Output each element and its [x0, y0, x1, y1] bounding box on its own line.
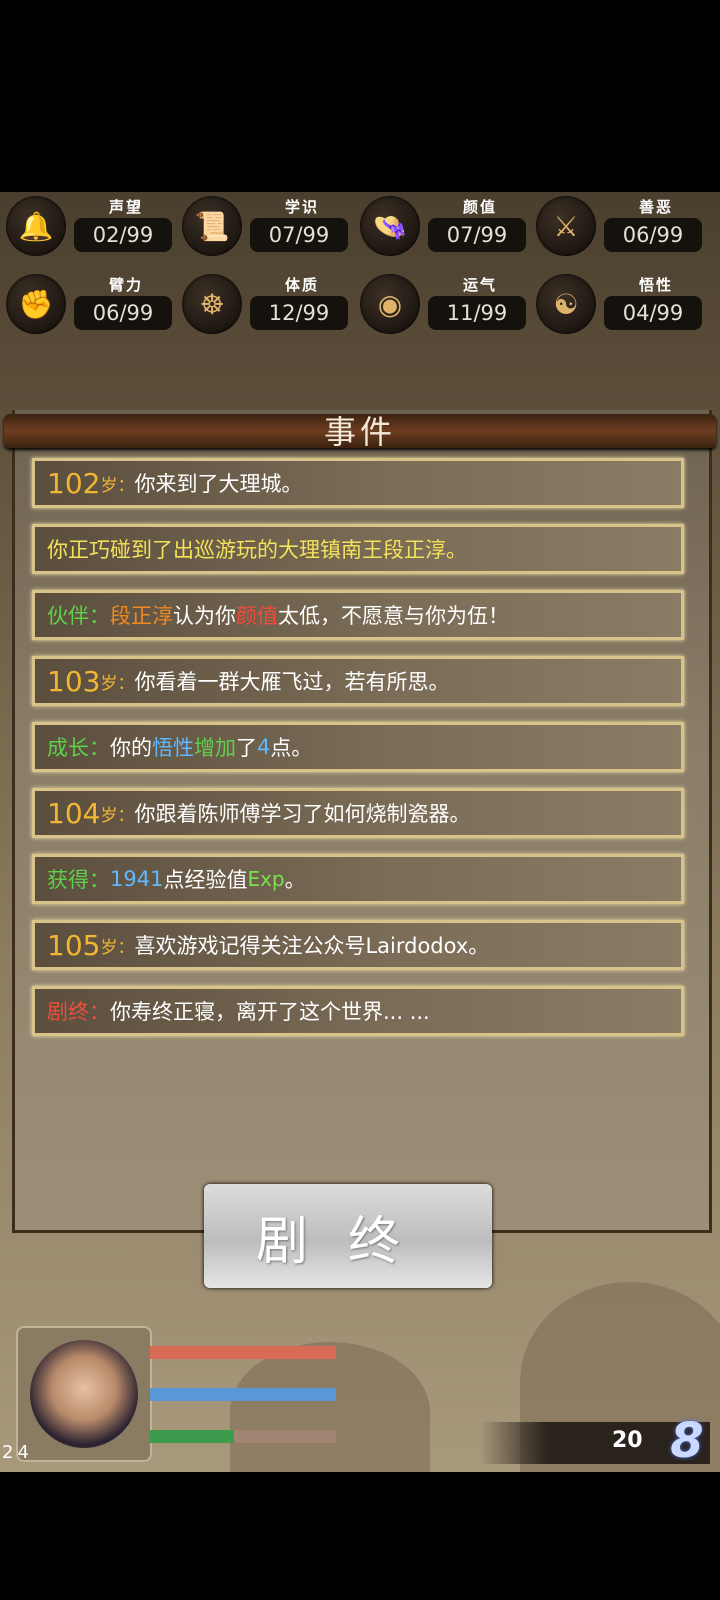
currency-value: 20 [612, 1428, 643, 1453]
event-row: 102 岁： 你来到了大理城。 [32, 458, 684, 508]
exp-bar-fill [150, 1430, 234, 1443]
event-age: 102 [47, 466, 101, 500]
event-tag: 成长： [47, 736, 110, 760]
event-row: 105 岁： 喜欢游戏记得关注公众号Lairdodox。 [32, 920, 684, 970]
event-text: 。 [284, 868, 306, 892]
player-portrait[interactable] [16, 1326, 152, 1462]
event-row: 剧终： 你寿终正寝，离开了这个世界... ... [32, 986, 684, 1036]
stat-value: 06/99 [74, 296, 172, 330]
stat-knowledge[interactable]: 📜 学识 07/99 [176, 192, 356, 262]
gem-icon[interactable]: 8 [664, 1414, 710, 1468]
crossed-swords-icon: ⚔ [536, 196, 596, 256]
stat-morality[interactable]: ⚔ 善恶 06/99 [530, 192, 710, 262]
bell-icon: 🔔 [6, 196, 66, 256]
event-attribute: 悟性 [152, 736, 194, 760]
event-text: 点。 [270, 736, 313, 760]
hat-icon: 👒 [360, 196, 420, 256]
event-text: 你正巧碰到了出巡游玩的大理镇南王段正淳。 [47, 538, 467, 562]
event-character: 段正淳 [110, 604, 173, 628]
avatar [30, 1340, 138, 1448]
stat-value: 04/99 [604, 296, 702, 330]
stat-luck[interactable]: ◉ 运气 11/99 [354, 270, 534, 340]
stat-strength[interactable]: ✊ 臂力 06/99 [0, 270, 180, 340]
event-text: 了 [236, 736, 257, 760]
event-attribute: 颜值 [236, 604, 278, 628]
event-tag: 获得： [47, 868, 110, 892]
exp-bar [150, 1430, 336, 1443]
event-row: 103 岁： 你看着一群大雁飞过，若有所思。 [32, 656, 684, 706]
stat-label: 运气 [462, 276, 497, 294]
stat-value: 06/99 [604, 218, 702, 252]
event-age-unit: 岁： [100, 805, 135, 826]
event-text: 点经验值 [163, 868, 248, 892]
stat-value: 11/99 [428, 296, 526, 330]
event-text: 你跟着陈师傅学习了如何烧制瓷器。 [134, 802, 471, 826]
stat-label: 声望 [108, 198, 143, 216]
mana-bar [150, 1388, 336, 1401]
health-bar-fill [150, 1346, 336, 1359]
event-row: 伙伴： 段正淳 认为你 颜值 太低，不愿意与你为伍！ [32, 590, 684, 640]
stat-reputation[interactable]: 🔔 声望 02/99 [0, 192, 180, 262]
stat-value: 02/99 [74, 218, 172, 252]
stat-value: 12/99 [250, 296, 348, 330]
mana-bar-fill [150, 1388, 336, 1401]
event-tag: 伙伴： [47, 604, 110, 628]
figure-icon: ☸ [182, 274, 242, 334]
stat-label: 善恶 [638, 198, 673, 216]
health-bar [150, 1346, 336, 1359]
stat-label: 学识 [284, 198, 319, 216]
event-text: 喜欢游戏记得关注公众号Lairdodox。 [134, 934, 490, 958]
event-row: 你正巧碰到了出巡游玩的大理镇南王段正淳。 [32, 524, 684, 574]
end-game-button[interactable]: 剧终 [204, 1184, 492, 1288]
scroll-icon: 📜 [182, 196, 242, 256]
event-text: 你的 [110, 736, 152, 760]
stat-value: 07/99 [428, 218, 526, 252]
event-text: 太低，不愿意与你为伍！ [278, 604, 509, 628]
stat-constitution[interactable]: ☸ 体质 12/99 [176, 270, 356, 340]
stat-looks[interactable]: 👒 颜值 07/99 [354, 192, 534, 262]
event-age: 103 [47, 664, 101, 698]
coin-icon: ◉ [360, 274, 420, 334]
event-text: 你来到了大理城。 [134, 472, 303, 496]
stat-comprehension[interactable]: ☯ 悟性 04/99 [530, 270, 710, 340]
event-row: 成长： 你的 悟性 增加 了 4 点。 [32, 722, 684, 772]
event-row: 获得： 1941 点经验值 Exp 。 [32, 854, 684, 904]
event-text: 认为你 [173, 604, 236, 628]
mountain-decoration [230, 1342, 430, 1472]
game-screen: 🔔 声望 02/99 📜 学识 07/99 👒 颜值 07/99 ⚔ 善恶 06… [0, 192, 720, 1472]
event-age-unit: 岁： [100, 937, 135, 958]
fist-icon: ✊ [6, 274, 66, 334]
head-icon: ☯ [536, 274, 596, 334]
event-text: 你看着一群大雁飞过，若有所思。 [134, 670, 450, 694]
exp-icon: Exp [247, 867, 285, 891]
event-row: 104 岁： 你跟着陈师傅学习了如何烧制瓷器。 [32, 788, 684, 838]
event-age-unit: 岁： [100, 673, 135, 694]
stat-label: 悟性 [638, 276, 673, 294]
event-age: 105 [47, 928, 101, 962]
event-age: 104 [47, 796, 101, 830]
event-number: 1941 [110, 867, 164, 891]
event-text: 你寿终正寝，离开了这个世界... ... [110, 1000, 430, 1024]
event-action: 增加 [194, 736, 236, 760]
stat-label: 体质 [284, 276, 319, 294]
panel-title: 事件 [323, 413, 396, 451]
stat-label: 臂力 [108, 276, 143, 294]
player-level: 24 [2, 1442, 33, 1463]
event-number: 4 [257, 735, 271, 759]
stat-label: 颜值 [462, 198, 497, 216]
stat-value: 07/99 [250, 218, 348, 252]
event-age-unit: 岁： [100, 475, 135, 496]
event-tag: 剧终： [47, 1000, 110, 1024]
